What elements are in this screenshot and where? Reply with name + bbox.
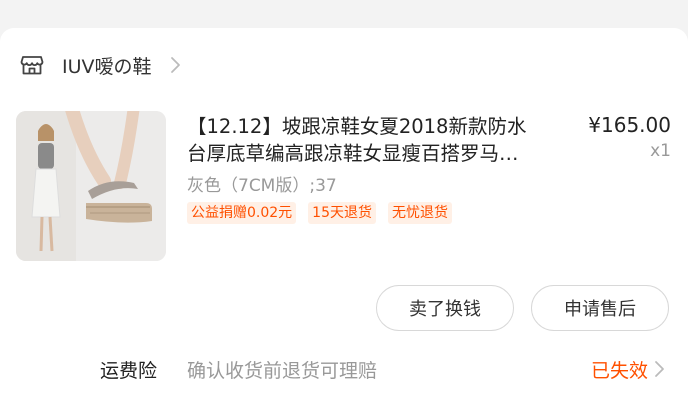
store-icon [20,56,44,75]
chevron-right-icon [170,57,180,73]
tag-charity: 公益捐赠0.02元 [187,202,297,224]
product-title-line-2: 台厚底草编高跟凉鞋女显瘦百搭罗马… [187,142,519,165]
product-sku: 灰色（7CM版）;37 [187,176,337,196]
order-card: IUV嗳の鞋 【12.12】坡跟凉鞋女夏2018新款防水 台厚底草编高跟凉鞋女显… [0,28,688,413]
shop-header[interactable]: IUV嗳の鞋 [20,50,182,80]
service-tags: 公益捐赠0.02元 15天退货 无忧退货 [187,202,464,224]
after-sales-button[interactable]: 申请售后 [531,285,669,331]
shipping-insurance-label: 运费险 [100,360,158,382]
product-price: ¥165.00 [588,113,671,137]
top-gap [0,0,688,28]
product-title[interactable]: 【12.12】坡跟凉鞋女夏2018新款防水 台厚底草编高跟凉鞋女显瘦百搭罗马… [187,113,559,167]
product-image [16,111,166,261]
product-thumbnail[interactable] [16,111,166,261]
shipping-insurance-status[interactable]: 已失效 [591,356,648,383]
product-quantity: x1 [650,141,671,161]
shipping-insurance-description: 确认收货前退货可理赔 [187,360,378,382]
tag-worry-free-return: 无忧退货 [388,202,452,224]
shop-name: IUV嗳の鞋 [62,55,152,78]
chevron-right-icon[interactable] [654,360,666,378]
product-title-line-1: 【12.12】坡跟凉鞋女夏2018新款防水 [187,115,527,138]
tag-15day-return: 15天退货 [308,202,376,224]
sell-button[interactable]: 卖了换钱 [376,285,514,331]
